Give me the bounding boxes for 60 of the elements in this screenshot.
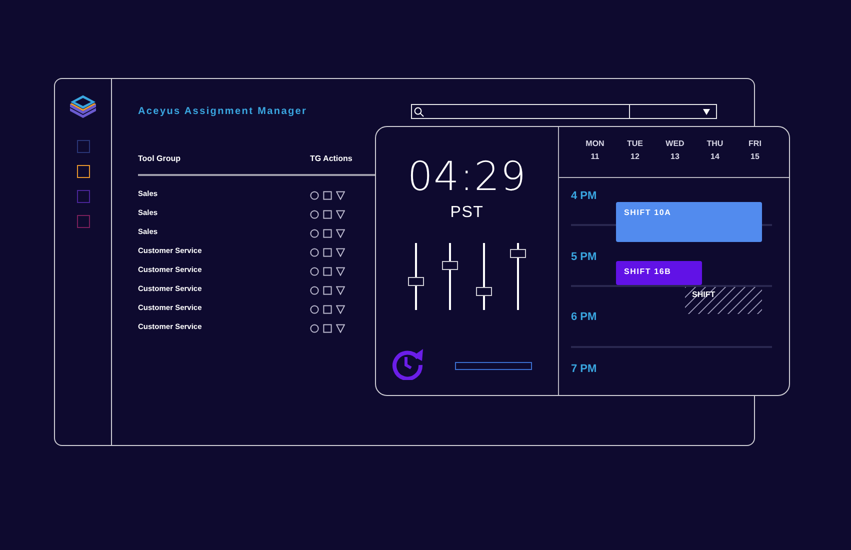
circle-action-icon[interactable] — [310, 324, 319, 332]
circle-action-icon[interactable] — [310, 190, 319, 200]
hour-label: 4 PM — [571, 189, 597, 204]
circle-action-icon[interactable] — [310, 248, 319, 256]
day-name: WED — [666, 138, 684, 150]
circle-action-icon[interactable] — [310, 286, 319, 294]
square-action-icon[interactable] — [323, 210, 332, 218]
triangle-action-icon[interactable] — [336, 248, 345, 256]
triangle-action-icon[interactable] — [336, 286, 345, 294]
square-action-icon[interactable] — [323, 190, 332, 200]
day-name: MON — [586, 138, 604, 150]
day-date: 12 — [630, 151, 640, 163]
hour-label: 6 PM — [571, 310, 597, 325]
slider-thumb[interactable] — [442, 261, 458, 270]
hour-label: 5 PM — [571, 250, 597, 265]
clock-time: 04:29 — [407, 157, 527, 197]
slider[interactable] — [408, 243, 424, 310]
day-date: 15 — [750, 151, 760, 163]
nav-item[interactable] — [76, 165, 90, 178]
slider[interactable] — [510, 243, 526, 310]
shift-event[interactable]: SHIFT 16B — [616, 261, 702, 285]
clock-refresh-icon[interactable] — [391, 347, 424, 380]
day-date: 13 — [670, 151, 680, 163]
app-title: Aceyus Assignment Manager — [138, 104, 308, 118]
column-header: TG Actions — [310, 153, 352, 165]
square-action-icon[interactable] — [323, 286, 332, 294]
day-name: THU — [706, 138, 724, 150]
square-action-icon[interactable] — [323, 228, 332, 238]
slider[interactable] — [442, 243, 458, 310]
stacked-layers-logo-icon — [68, 93, 98, 121]
slider-thumb[interactable] — [510, 248, 526, 258]
slider-thumb[interactable] — [408, 276, 424, 286]
dropdown[interactable] — [630, 104, 717, 119]
triangle-action-icon[interactable] — [336, 266, 345, 276]
circle-action-icon[interactable] — [310, 304, 319, 314]
square-action-icon[interactable] — [323, 324, 332, 332]
triangle-action-icon[interactable] — [336, 228, 345, 238]
search-icon — [414, 106, 424, 116]
triangle-action-icon[interactable] — [336, 304, 345, 314]
circle-action-icon[interactable] — [310, 228, 319, 238]
time-zone: PST — [450, 205, 484, 221]
square-action-icon[interactable] — [323, 266, 332, 276]
slider[interactable] — [476, 243, 492, 310]
triangle-action-icon[interactable] — [336, 190, 345, 200]
search-field[interactable] — [411, 104, 630, 119]
triangle-action-icon[interactable] — [336, 324, 345, 332]
square-action-icon[interactable] — [323, 304, 332, 314]
circle-action-icon[interactable] — [310, 210, 319, 218]
triangle-action-icon[interactable] — [336, 210, 345, 218]
circle-action-icon[interactable] — [310, 266, 319, 276]
square-action-icon[interactable] — [323, 248, 332, 256]
day-date: 11 — [590, 151, 600, 163]
day-name: FRI — [748, 138, 762, 150]
column-header: Tool Group — [138, 153, 182, 165]
shift-event[interactable]: SHIFT — [685, 287, 762, 314]
hour-label: 7 PM — [571, 362, 597, 377]
slider-thumb[interactable] — [476, 286, 492, 296]
day-name: TUE — [627, 138, 643, 150]
day-date: 14 — [710, 151, 720, 163]
caret-icon — [703, 108, 710, 114]
